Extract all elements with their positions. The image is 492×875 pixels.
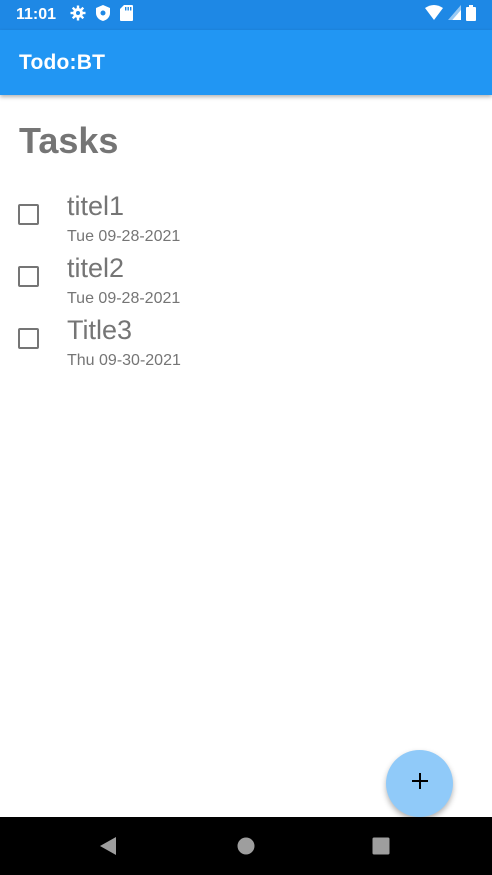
task-date: Tue 09-28-2021 xyxy=(67,228,181,245)
status-icons-left xyxy=(70,4,134,26)
navigation-bar xyxy=(0,817,492,875)
status-bar: 11:01 xyxy=(0,0,492,30)
recents-icon xyxy=(369,837,393,862)
status-left: 11:01 xyxy=(16,4,134,26)
status-right xyxy=(425,4,476,26)
task-title: titel2 xyxy=(67,253,125,283)
page-title: Tasks xyxy=(19,120,119,161)
task-title: Title3 xyxy=(67,315,133,345)
task-date: Thu 09-30-2021 xyxy=(67,352,181,369)
home-button[interactable] xyxy=(234,834,258,858)
add-task-button[interactable] xyxy=(386,750,453,817)
task-item[interactable]: Title3 Thu 09-30-2021 xyxy=(0,312,492,374)
back-icon xyxy=(97,837,121,862)
task-title: titel1 xyxy=(67,191,125,221)
battery-icon xyxy=(466,4,476,26)
task-item[interactable]: titel1 Tue 09-28-2021 xyxy=(0,188,492,250)
task-list: titel1 Tue 09-28-2021 titel2 Tue 09-28-2… xyxy=(0,188,492,374)
gear-icon xyxy=(70,5,86,26)
task-checkbox[interactable] xyxy=(18,328,39,349)
back-button[interactable] xyxy=(97,834,121,858)
signal-icon xyxy=(448,5,461,25)
task-item[interactable]: titel2 Tue 09-28-2021 xyxy=(0,250,492,312)
status-time: 11:01 xyxy=(16,6,57,23)
recents-button[interactable] xyxy=(369,834,393,858)
sd-card-icon xyxy=(120,4,134,26)
task-date: Tue 09-28-2021 xyxy=(67,290,181,307)
app-title: Todo:BT xyxy=(19,50,106,74)
task-checkbox[interactable] xyxy=(18,266,39,287)
shield-icon xyxy=(96,4,111,26)
plus-icon xyxy=(411,772,429,795)
wifi-icon xyxy=(425,5,443,25)
task-checkbox[interactable] xyxy=(18,204,39,225)
home-icon xyxy=(234,837,258,862)
app-bar: Todo:BT xyxy=(0,30,492,95)
